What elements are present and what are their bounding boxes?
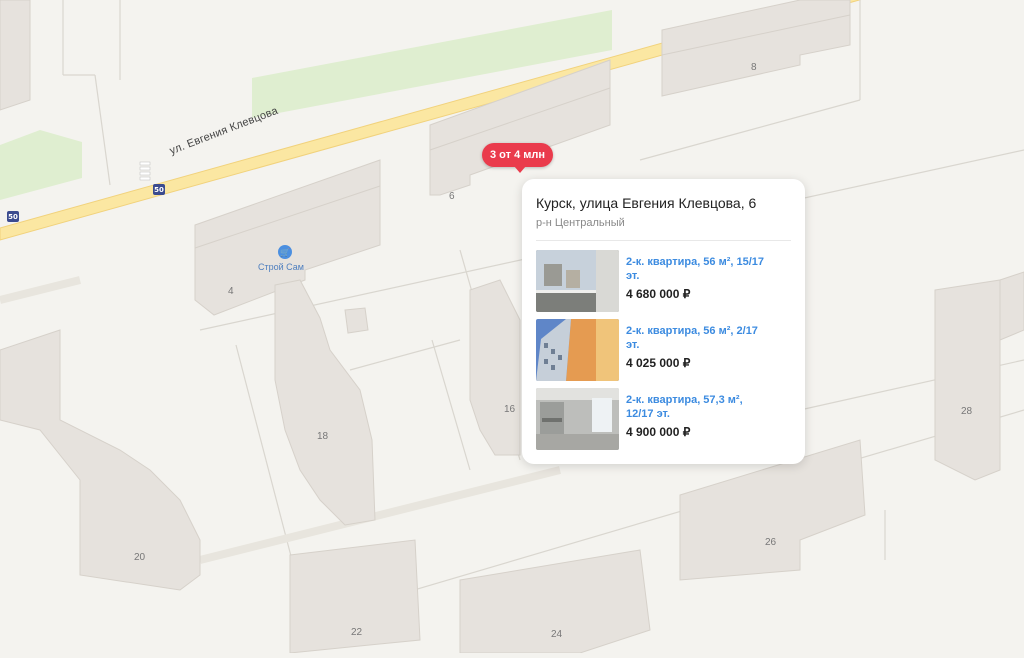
- building-number: 8: [751, 62, 757, 73]
- listing-price: 4 900 000 ₽: [626, 425, 691, 439]
- building-number: 26: [765, 537, 777, 548]
- popup-district: р-н Центральный: [536, 217, 625, 229]
- listing-link[interactable]: 2-к. квартира, 56 м², 2/17 эт.: [626, 324, 766, 352]
- building-number: 20: [134, 552, 146, 563]
- transit-stop-badge[interactable]: 50: [7, 211, 19, 222]
- listing-price: 4 025 000 ₽: [626, 356, 691, 370]
- popup-address: Курск, улица Евгения Клевцова, 6: [536, 195, 757, 211]
- building-number: 4: [228, 286, 234, 297]
- listing-price: 4 680 000 ₽: [626, 287, 691, 301]
- building-number: 22: [351, 627, 363, 638]
- listing-link[interactable]: 2-к. квартира, 57,3 м², 12/17 эт.: [626, 393, 766, 421]
- building-number: 24: [551, 629, 563, 640]
- listing-item[interactable]: 2-к. квартира, 56 м², 15/17 эт. 4 680 00…: [536, 250, 791, 312]
- map-canvas[interactable]: [0, 0, 1024, 654]
- listing-photo[interactable]: [536, 388, 619, 450]
- listing-popup: Курск, улица Евгения Клевцова, 6 р-н Цен…: [522, 179, 805, 464]
- listing-photo[interactable]: [536, 319, 619, 381]
- divider: [536, 240, 791, 241]
- map-layer: [0, 0, 1024, 654]
- price-cluster-pin[interactable]: 3 от 4 млн: [482, 143, 554, 173]
- listing-item[interactable]: 2-к. квартира, 56 м², 2/17 эт. 4 025 000…: [536, 319, 791, 381]
- building-number: 28: [961, 406, 973, 417]
- building-number: 6: [449, 191, 455, 202]
- building-number: 16: [504, 404, 516, 415]
- shopping-basket-icon[interactable]: 🛒: [278, 245, 292, 259]
- listing-item[interactable]: 2-к. квартира, 57,3 м², 12/17 эт. 4 900 …: [536, 388, 791, 450]
- listing-link[interactable]: 2-к. квартира, 56 м², 15/17 эт.: [626, 255, 766, 283]
- building-number: 18: [317, 431, 329, 442]
- poi-label[interactable]: Строй Сам: [258, 262, 304, 272]
- listing-photo[interactable]: [536, 250, 619, 312]
- transit-stop-badge[interactable]: 50: [153, 184, 165, 195]
